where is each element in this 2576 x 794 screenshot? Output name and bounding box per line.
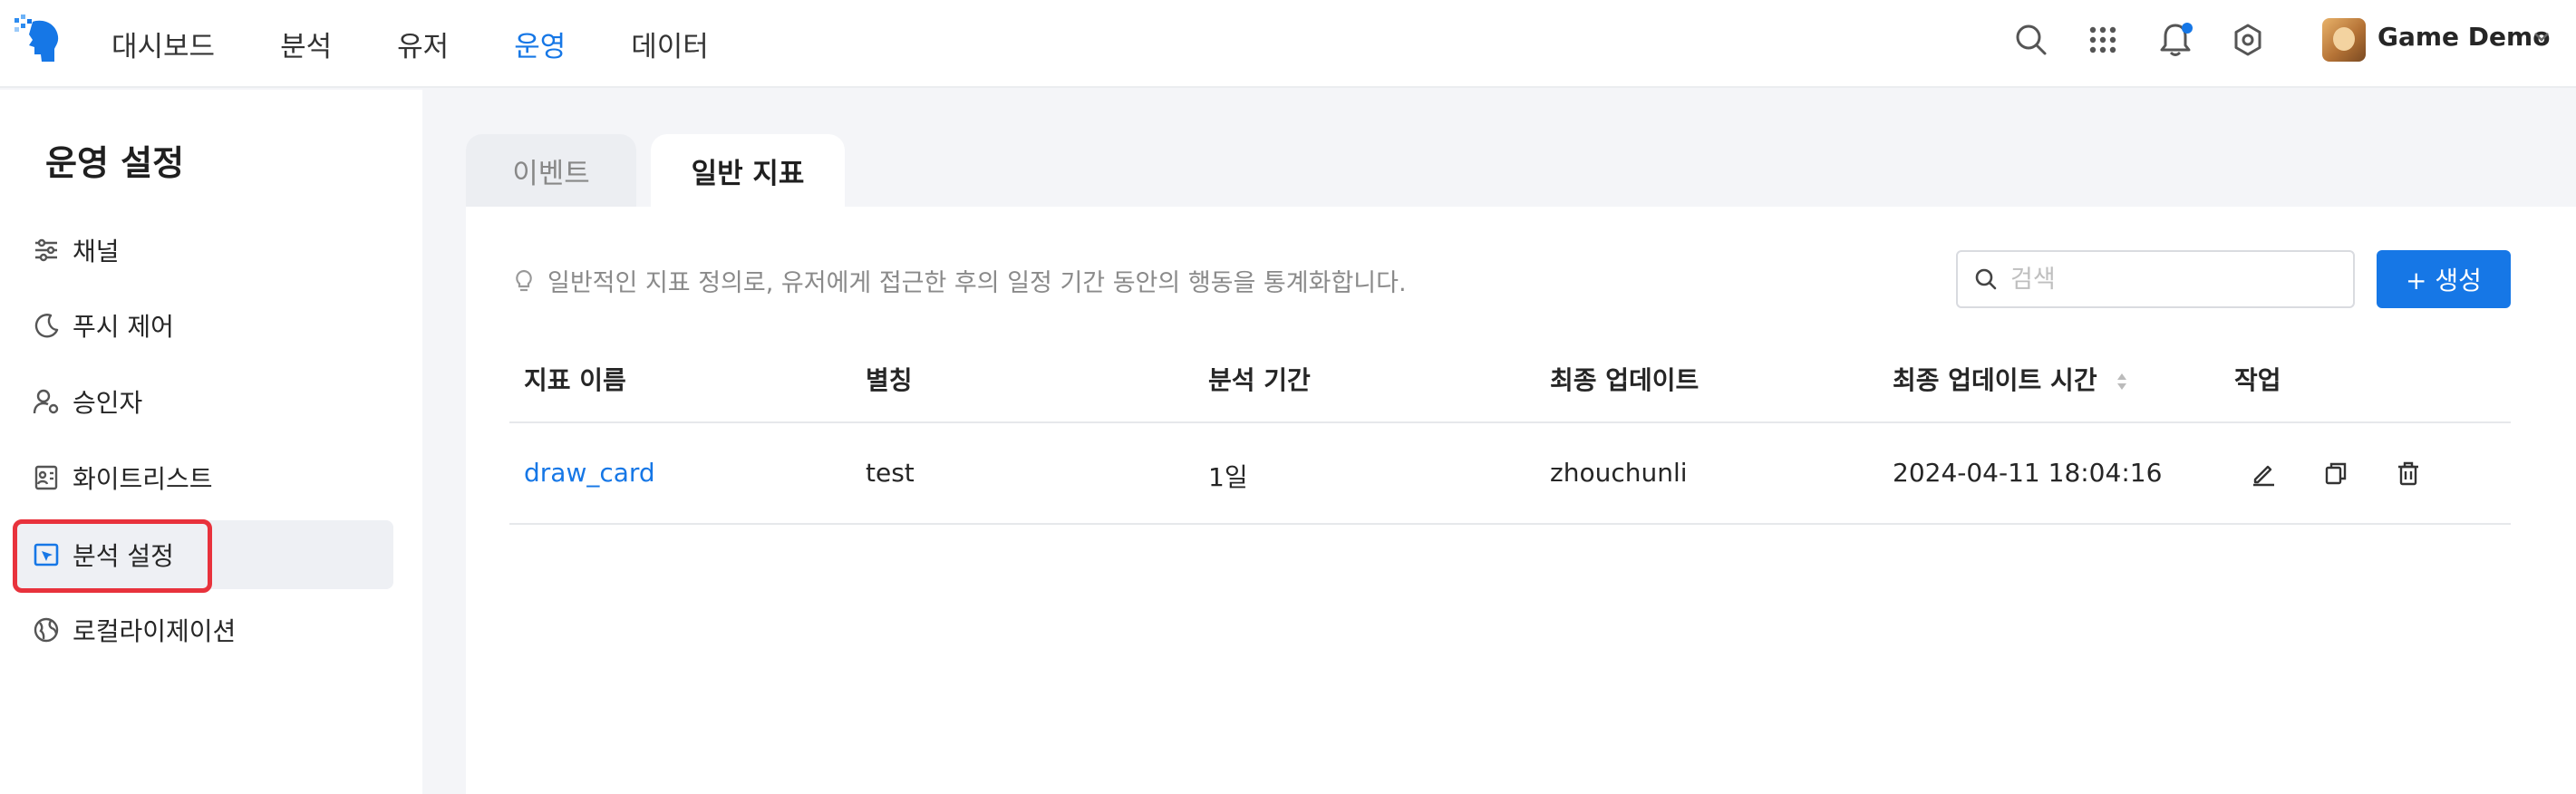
row-divider [509, 523, 2511, 525]
user-settings-icon [31, 386, 62, 417]
lightbulb-icon [516, 269, 532, 291]
notification-dot [2182, 23, 2193, 34]
trash-icon[interactable] [2390, 453, 2426, 493]
create-button[interactable]: + 생성 [2377, 250, 2511, 308]
alias-cell: test [866, 458, 915, 488]
sidebar-item-label: 채널 [73, 237, 120, 266]
copy-icon[interactable] [2318, 453, 2354, 493]
tab-general-metrics[interactable]: 일반 지표 [651, 134, 845, 207]
updated-at-cell: 2024-04-11 18:04:16 [1893, 458, 2163, 488]
tab-events[interactable]: 이벤트 [466, 134, 636, 207]
sidebar-title: 운영 설정 [45, 143, 185, 183]
nav-users[interactable]: 유저 [397, 24, 449, 64]
chevron-down-icon[interactable] [2532, 27, 2552, 47]
sort-icon[interactable] [2115, 370, 2129, 393]
sidebar-item-label: 푸시 제어 [73, 312, 174, 342]
main-nav: 대시보드 분석 유저 운영 데이터 [111, 0, 774, 88]
column-header-alias: 별칭 [866, 365, 913, 395]
sidebar: 운영 설정 채널 푸시 제어 승인자 화이트리스트 분석 설정 로컬라이제이션 [0, 90, 422, 794]
search-icon[interactable] [2011, 20, 2051, 60]
sidebar-item-label: 로컬라이제이션 [73, 616, 237, 646]
sidebar-item-approver[interactable]: 승인자 [15, 367, 393, 436]
edit-icon[interactable] [2245, 453, 2281, 493]
sidebar-item-push-control[interactable]: 푸시 제어 [15, 291, 393, 360]
gear-icon[interactable] [2228, 20, 2268, 60]
search-icon [1975, 268, 1997, 290]
sidebar-item-label: 화이트리스트 [73, 464, 213, 494]
column-header-last-updated-by: 최종 업데이트 [1550, 365, 1700, 395]
bell-icon[interactable] [2155, 20, 2195, 60]
sidebar-item-whitelist[interactable]: 화이트리스트 [15, 443, 393, 512]
search-box[interactable] [1956, 250, 2355, 308]
hint-text: 일반적인 지표 정의로, 유저에게 접근한 후의 일정 기간 동안의 행동을 통… [513, 263, 1407, 298]
column-header-last-updated-time[interactable]: 최종 업데이트 시간 [1893, 361, 2129, 397]
logo-icon[interactable] [13, 13, 65, 67]
moon-icon [31, 310, 62, 341]
hint-label: 일반적인 지표 정의로, 유저에게 접근한 후의 일정 기간 동안의 행동을 통… [547, 269, 1407, 297]
column-header-analysis-period: 분석 기간 [1208, 365, 1311, 395]
nav-dashboard[interactable]: 대시보드 [111, 24, 215, 64]
cursor-box-icon [31, 539, 62, 570]
user-name[interactable]: Game Demo [2377, 22, 2550, 52]
sidebar-item-analysis-settings[interactable]: 분석 설정 [15, 520, 393, 589]
sliders-icon [31, 235, 62, 266]
nav-operations[interactable]: 운영 [514, 24, 566, 64]
updated-by-cell: zhouchunli [1550, 458, 1688, 488]
avatar[interactable] [2322, 18, 2366, 62]
sidebar-item-label: 승인자 [73, 388, 143, 418]
apps-grid-icon[interactable] [2083, 20, 2123, 60]
column-header-actions: 작업 [2234, 365, 2281, 395]
nav-data[interactable]: 데이터 [631, 24, 709, 64]
sidebar-item-label: 분석 설정 [73, 541, 174, 571]
nav-analysis[interactable]: 분석 [280, 24, 332, 64]
id-card-icon [31, 462, 62, 493]
top-navbar: 대시보드 분석 유저 운영 데이터 Game Demo [0, 0, 2576, 88]
header-divider [509, 421, 2511, 423]
column-header-metric-name: 지표 이름 [524, 365, 626, 395]
sidebar-item-localization[interactable]: 로컬라이제이션 [15, 596, 393, 664]
period-cell: 1일 [1208, 462, 1248, 492]
sidebar-item-channel[interactable]: 채널 [15, 216, 393, 285]
column-header-label: 최종 업데이트 시간 [1893, 365, 2097, 395]
globe-icon [31, 615, 62, 645]
search-input[interactable] [2010, 265, 2337, 294]
metric-name-link[interactable]: draw_card [524, 458, 655, 488]
